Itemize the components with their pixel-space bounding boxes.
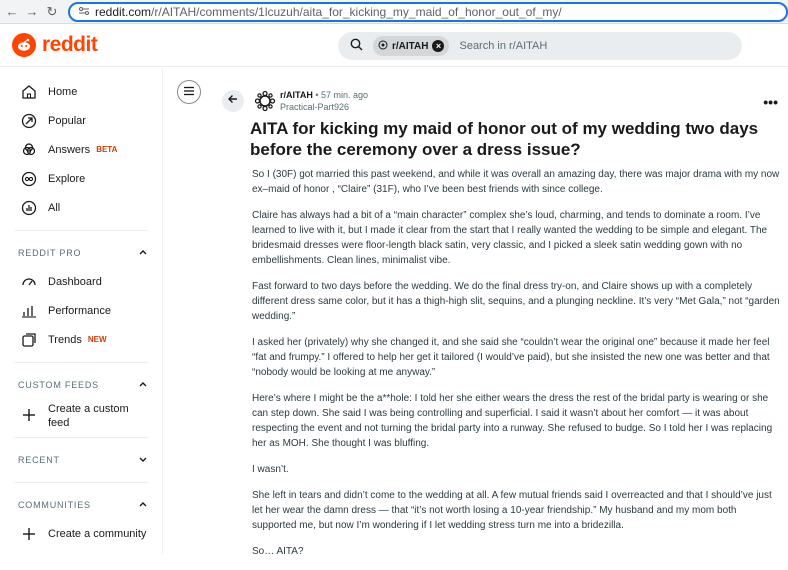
subreddit-icon [378,40,388,53]
plus-icon [20,406,38,424]
section-recent[interactable]: RECENT [0,446,162,474]
sidebar-item-trends[interactable]: Trends NEW [0,325,162,354]
post-meta: r/AITAH • 57 min. ago Practical-Part926 [280,89,368,113]
section-custom-feeds[interactable]: CUSTOM FEEDS [0,371,162,399]
sidebar-item-performance[interactable]: Performance [0,296,162,325]
section-communities[interactable]: COMMUNITIES [0,491,162,519]
search-icon [350,38,363,54]
sidebar-divider [14,230,148,231]
sidebar-divider [14,437,148,438]
performance-icon [20,302,38,320]
post-age: 57 min. ago [321,90,369,100]
create-custom-feed-label: Create a custom feed [48,403,129,429]
sidebar-divider [14,482,148,483]
author-link[interactable]: Practical-Part926 [280,101,368,113]
reddit-wordmark: reddit [42,33,98,56]
remove-chip-icon[interactable]: × [432,40,445,52]
explore-icon [20,170,38,188]
subreddit-search-chip[interactable]: r/AITAH × [373,36,450,56]
post-paragraph: So… AITA? [252,546,304,557]
post-paragraph: I asked her (privately) why she changed … [252,337,770,378]
answers-icon [20,141,38,159]
post-body: So I (30F) got married this past weekend… [252,167,780,570]
popular-icon [20,112,38,130]
post-paragraph: Fast forward to two days before the wedd… [252,281,780,322]
left-sidebar: Home Popular Answers BETA Explore All RE… [0,68,163,554]
sidebar-item-label: Explore [48,172,86,185]
more-options-button[interactable]: ••• [763,94,778,110]
subreddit-link[interactable]: r/AITAH [280,90,313,100]
search-bar[interactable]: r/AITAH × Search in r/AITAH [338,32,742,60]
sidebar-item-label: All [48,201,61,214]
chip-label: r/AITAH [392,40,429,52]
address-bar[interactable]: reddit.com/r/AITAH/comments/1lcuzuh/aita… [68,2,788,22]
post-paragraph: So I (30F) got married this past weekend… [252,169,780,195]
plus-icon [20,525,38,543]
sidebar-item-label: Trends [48,333,82,346]
dashboard-icon [20,273,38,291]
home-icon [20,83,38,101]
back-arrow-icon[interactable]: ← [2,2,22,22]
create-community-label: Create a community [48,527,147,540]
sidebar-item-explore[interactable]: Explore [0,164,162,193]
url-path: /r/AITAH/comments/1lcuzuh/aita_for_kicki… [151,5,562,19]
sidebar-item-label: Dashboard [48,275,102,288]
chevron-down-icon [138,454,148,466]
post-title: AITA for kicking my maid of honor out of… [250,119,759,159]
chevron-up-icon [138,379,148,391]
site-header: reddit r/AITAH × Search in r/AITAH [0,25,788,67]
forward-arrow-icon[interactable]: → [22,2,42,22]
section-reddit-pro[interactable]: REDDIT PRO [0,239,162,267]
sidebar-item-label: Popular [48,114,86,127]
create-community-button[interactable]: Create a community [0,519,162,548]
sidebar-item-label: Performance [48,304,111,317]
sidebar-item-dashboard[interactable]: Dashboard [0,267,162,296]
section-title: REDDIT PRO [18,248,82,258]
section-title: COMMUNITIES [18,500,91,510]
create-custom-feed-button[interactable]: Create a custom feed [0,399,162,431]
post-paragraph: She left in tears and didn’t come to the… [252,490,772,531]
chevron-up-icon [138,499,148,511]
trends-icon [20,331,38,349]
sidebar-item-popular[interactable]: Popular [0,106,162,135]
beta-badge: BETA [96,145,118,154]
left-arrow-icon [227,92,239,110]
url-domain: reddit.com [95,5,152,19]
collapse-sidebar-button[interactable] [177,80,201,104]
subreddit-avatar[interactable] [254,90,276,112]
reddit-logo[interactable]: reddit [12,33,98,57]
sidebar-item-all[interactable]: All [0,193,162,222]
browser-toolbar: ← → ↻ reddit.com/r/AITAH/comments/1lcuzu… [0,0,788,24]
section-title: RECENT [18,455,60,465]
hamburger-icon [183,83,195,101]
post-paragraph: Claire has always had a bit of a “main c… [252,210,768,266]
post-paragraph: Here’s where I might be the a**hole: I t… [252,393,773,449]
new-badge: NEW [87,335,107,344]
all-icon [20,199,38,217]
post-paragraph: I wasn’t. [252,464,289,475]
back-button[interactable] [222,90,244,112]
chevron-up-icon [138,247,148,259]
sidebar-item-home[interactable]: Home [0,77,162,106]
sidebar-item-answers[interactable]: Answers BETA [0,135,162,164]
section-title: CUSTOM FEEDS [18,380,99,390]
sidebar-item-label: Answers [48,143,91,156]
sidebar-divider [14,362,148,363]
sidebar-item-label: Home [48,85,78,98]
site-info-icon[interactable] [78,5,90,20]
search-placeholder: Search in r/AITAH [459,40,548,52]
reddit-snoo-icon [12,33,36,57]
reload-icon[interactable]: ↻ [42,2,62,22]
